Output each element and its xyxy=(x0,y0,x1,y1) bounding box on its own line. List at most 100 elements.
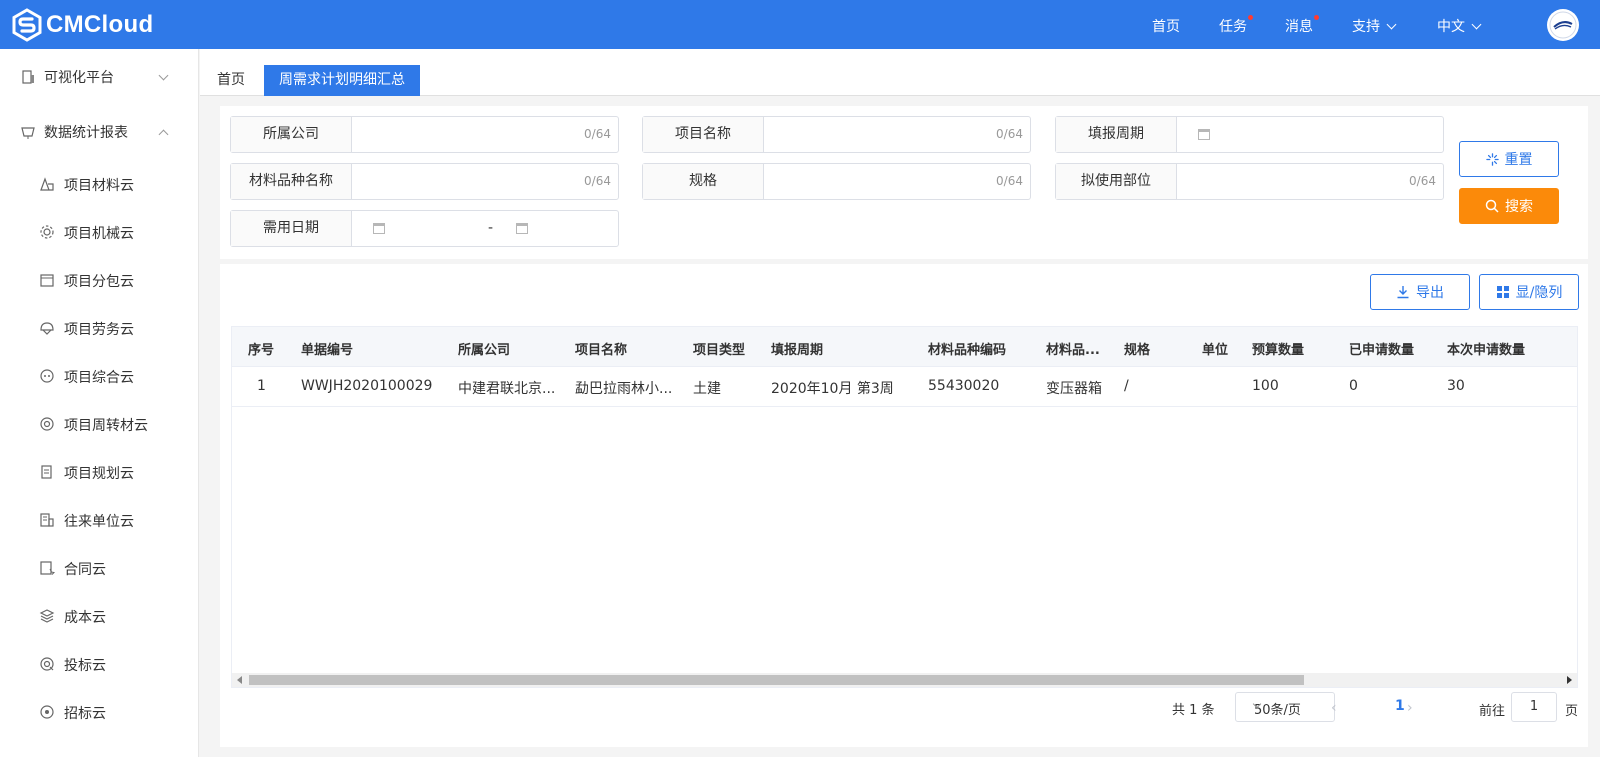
logo[interactable]: CMCloud xyxy=(10,8,153,42)
spec-input[interactable] xyxy=(765,164,980,199)
sidebar-item-cost[interactable]: 成本云 xyxy=(0,596,199,636)
material-name-field[interactable]: 材料品种名称 0/64 xyxy=(230,163,619,200)
nav-support[interactable]: 支持 xyxy=(1352,16,1397,36)
project-name-input[interactable] xyxy=(765,117,980,152)
tab-home[interactable]: 首页 xyxy=(217,65,245,96)
sidebar-item-contract[interactable]: 合同云 xyxy=(0,548,199,588)
need-date-field[interactable]: 需用日期 - xyxy=(230,210,619,247)
column-header[interactable]: 项目名称 xyxy=(575,339,627,358)
material-name-input[interactable] xyxy=(353,164,568,199)
calendar-icon[interactable] xyxy=(516,223,528,234)
sidebar-group-visual-platform[interactable]: 可视化平台 xyxy=(0,57,199,97)
reset-button[interactable]: 重置 xyxy=(1459,141,1559,177)
scrollbar-thumb[interactable] xyxy=(249,675,1304,685)
top-header: CMCloud 首页 任务 消息 支持 中文 xyxy=(0,0,1600,49)
usage-part-char-count: 0/64 xyxy=(1409,174,1436,188)
sidebar-item-label: 项目规划云 xyxy=(64,466,134,482)
gear-icon xyxy=(40,225,54,239)
period-field[interactable]: 填报周期 xyxy=(1055,116,1444,153)
date-range-separator: - xyxy=(488,220,494,236)
current-page[interactable]: 1 xyxy=(1395,698,1405,714)
nav-home[interactable]: 首页 xyxy=(1152,16,1180,36)
page-size-select[interactable]: 50条/页 xyxy=(1235,692,1335,722)
table-cell: 中建君联北京... xyxy=(458,381,556,397)
dial-icon xyxy=(40,369,54,383)
export-button[interactable]: 导出 xyxy=(1370,274,1470,310)
sidebar-item-tender[interactable]: 招标云 xyxy=(0,692,199,732)
avatar-logo-icon xyxy=(1549,11,1577,39)
avatar[interactable] xyxy=(1547,9,1579,41)
tabs-bar: 首页 周需求计划明细汇总 xyxy=(200,49,1600,96)
spec-field[interactable]: 规格 0/64 xyxy=(642,163,1031,200)
column-header[interactable]: 单位 xyxy=(1202,339,1228,358)
layers-icon xyxy=(39,609,55,623)
column-header[interactable]: 材料品种编码 xyxy=(928,339,1006,358)
tab-weekly-demand-summary[interactable]: 周需求计划明细汇总 xyxy=(264,65,420,96)
logo-text: CMCloud xyxy=(46,11,154,38)
next-page-icon[interactable]: › xyxy=(1407,700,1413,716)
sidebar-item-material[interactable]: 项目材料云 xyxy=(0,164,199,204)
spec-char-count: 0/64 xyxy=(996,174,1023,188)
notification-dot xyxy=(1314,15,1319,20)
usage-part-label: 拟使用部位 xyxy=(1056,164,1177,199)
sidebar-item-turnover[interactable]: 项目周转材云 xyxy=(0,404,199,444)
company-input[interactable] xyxy=(353,117,568,152)
grid-icon xyxy=(1496,286,1509,298)
sidebar-item-label: 合同云 xyxy=(64,562,106,578)
table-row[interactable]: 1 WWJH2020100029 中建君联北京... 勐巴拉雨林小... 土建 … xyxy=(232,367,1577,407)
logo-s-icon xyxy=(12,8,42,42)
chevron-up-icon xyxy=(158,129,169,140)
sidebar-item-subcontract[interactable]: 项目分包云 xyxy=(0,260,199,300)
column-header[interactable]: 填报周期 xyxy=(771,339,823,358)
column-header[interactable]: 规格 xyxy=(1124,339,1150,358)
column-header[interactable]: 预算数量 xyxy=(1252,339,1304,358)
calendar-icon[interactable] xyxy=(373,223,385,234)
sidebar-item-planning[interactable]: 项目规划云 xyxy=(0,452,199,492)
prev-page-icon[interactable]: ‹ xyxy=(1331,700,1337,716)
refresh-icon xyxy=(1485,152,1499,166)
column-header[interactable]: 序号 xyxy=(248,339,274,358)
sidebar-group-reports[interactable]: 数据统计报表 xyxy=(0,112,199,152)
horizontal-scrollbar[interactable] xyxy=(232,673,1577,687)
data-table: 序号 单据编号 所属公司 项目名称 项目类型 填报周期 材料品种编码 材料品..… xyxy=(231,326,1578,688)
column-header[interactable]: 材料品... xyxy=(1046,339,1100,358)
table-cell: / xyxy=(1124,378,1129,394)
table-cell: 2020年10月 第3周 xyxy=(771,381,894,397)
sidebar-item-label: 项目劳务云 xyxy=(64,322,134,338)
chevron-down-icon xyxy=(1386,19,1397,30)
sidebar-item-machinery[interactable]: 项目机械云 xyxy=(0,212,199,252)
nav-messages[interactable]: 消息 xyxy=(1285,15,1319,36)
sidebar-item-label: 项目机械云 xyxy=(64,226,134,242)
scroll-right-arrow-icon[interactable] xyxy=(1567,676,1572,684)
column-header[interactable]: 所属公司 xyxy=(458,339,510,358)
company-field[interactable]: 所属公司 0/64 xyxy=(230,116,619,153)
search-button[interactable]: 搜索 xyxy=(1459,188,1559,224)
table-cell: 100 xyxy=(1252,378,1279,394)
sidebar-item-partners[interactable]: 往来单位云 xyxy=(0,500,199,540)
sidebar-item-bid[interactable]: 投标云 xyxy=(0,644,199,684)
nav-messages-label: 消息 xyxy=(1285,19,1313,35)
project-name-label: 项目名称 xyxy=(643,117,764,152)
nav-tasks[interactable]: 任务 xyxy=(1219,15,1253,36)
project-name-field[interactable]: 项目名称 0/64 xyxy=(642,116,1031,153)
sidebar-item-labor[interactable]: 项目劳务云 xyxy=(0,308,199,348)
goto-label: 前往 xyxy=(1479,704,1506,719)
column-header[interactable]: 项目类型 xyxy=(693,339,745,358)
material-name-label: 材料品种名称 xyxy=(231,164,352,199)
sidebar-item-comprehensive[interactable]: 项目综合云 xyxy=(0,356,199,396)
table-cell: 30 xyxy=(1447,378,1465,394)
scroll-left-arrow-icon[interactable] xyxy=(237,676,242,684)
column-header[interactable]: 本次申请数量 xyxy=(1447,339,1525,358)
nav-tasks-label: 任务 xyxy=(1219,19,1247,35)
toggle-columns-button[interactable]: 显/隐列 xyxy=(1479,274,1579,310)
usage-part-field[interactable]: 拟使用部位 0/64 xyxy=(1055,163,1444,200)
sidebar-item-label: 投标云 xyxy=(64,658,106,674)
sidebar-item-label: 项目综合云 xyxy=(64,370,134,386)
nav-language[interactable]: 中文 xyxy=(1437,16,1482,36)
goto-page-input[interactable]: 1 xyxy=(1511,692,1557,722)
column-header[interactable]: 单据编号 xyxy=(301,339,353,358)
usage-part-input[interactable] xyxy=(1178,164,1393,199)
export-button-label: 导出 xyxy=(1416,285,1444,301)
column-header[interactable]: 已申请数量 xyxy=(1349,339,1414,358)
sidebar-item-label: 成本云 xyxy=(64,610,106,626)
